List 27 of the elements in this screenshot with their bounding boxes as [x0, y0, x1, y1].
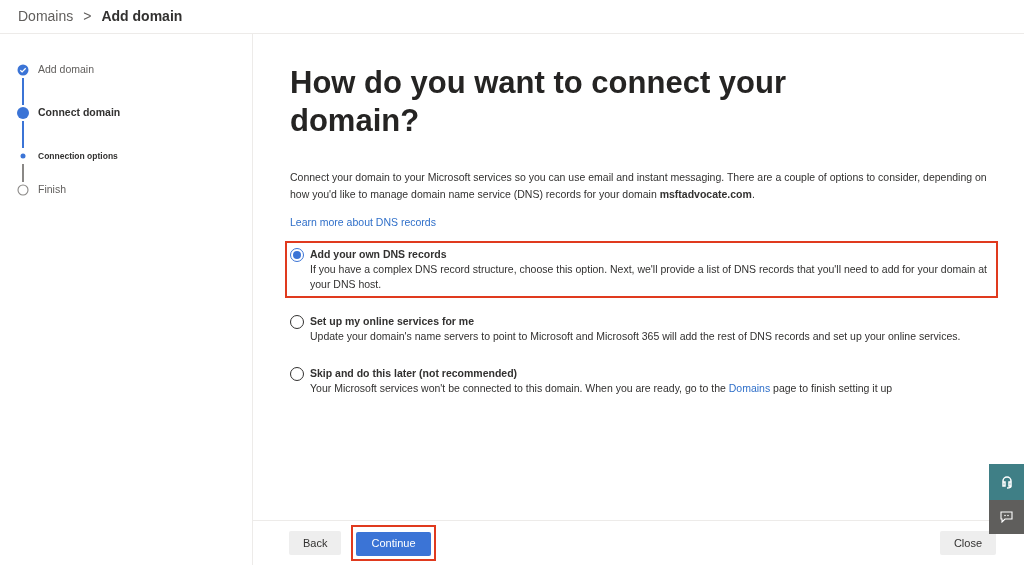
- domains-link[interactable]: Domains: [728, 381, 771, 394]
- step-label: Connect domain: [38, 107, 121, 119]
- option-title: Set up my online services for me: [310, 313, 475, 329]
- option-description: If you have a complex DNS record structure, choose this option. Next, we'll provide a list of DNS records that you'll need to add for your domain at your DNS host.: [310, 261, 988, 292]
- page-title: Add domain: [101, 7, 183, 26]
- empty-circle-icon: [17, 184, 29, 196]
- option-title: Skip and do this later (not recommended): [310, 365, 519, 381]
- option-title: Add your own DNS records: [310, 246, 448, 262]
- feedback-button[interactable]: [989, 500, 1024, 534]
- current-step-icon: [17, 107, 29, 119]
- breadcrumb-link[interactable]: Domains: [18, 6, 74, 27]
- intro-text: Connect your domain to your Microsoft services so you can use email and instant messaging. There are a couple of options to consider, depending on how you'd like to manage domain name service (DNS) records for your domain msftadvocate.com.: [290, 170, 988, 202]
- close-button[interactable]: Close: [939, 531, 996, 555]
- chat-icon: [1000, 511, 1013, 523]
- step-label: Connection options: [38, 150, 118, 162]
- breadcrumb-separator: >: [83, 7, 92, 26]
- support-button[interactable]: [989, 464, 1024, 500]
- step-label: Finish: [38, 184, 66, 196]
- back-button[interactable]: Back: [289, 531, 342, 555]
- continue-button[interactable]: Continue: [356, 531, 431, 556]
- learn-more-link[interactable]: Learn more about DNS records: [290, 215, 436, 231]
- option-description: Update your domain's name servers to point to Microsoft and Microsoft 365 will add the rest of DNS records and set up your online services.: [310, 328, 961, 344]
- headset-icon: [1000, 475, 1013, 489]
- option-description: Your Microsoft services won't be connected to this domain. When you are ready, go to the Domains page to finish setting it up: [310, 380, 893, 396]
- step-label: Add domain: [38, 64, 95, 76]
- check-circle-icon: [17, 64, 29, 76]
- page-heading: How do you want to connect your domain?: [290, 64, 787, 140]
